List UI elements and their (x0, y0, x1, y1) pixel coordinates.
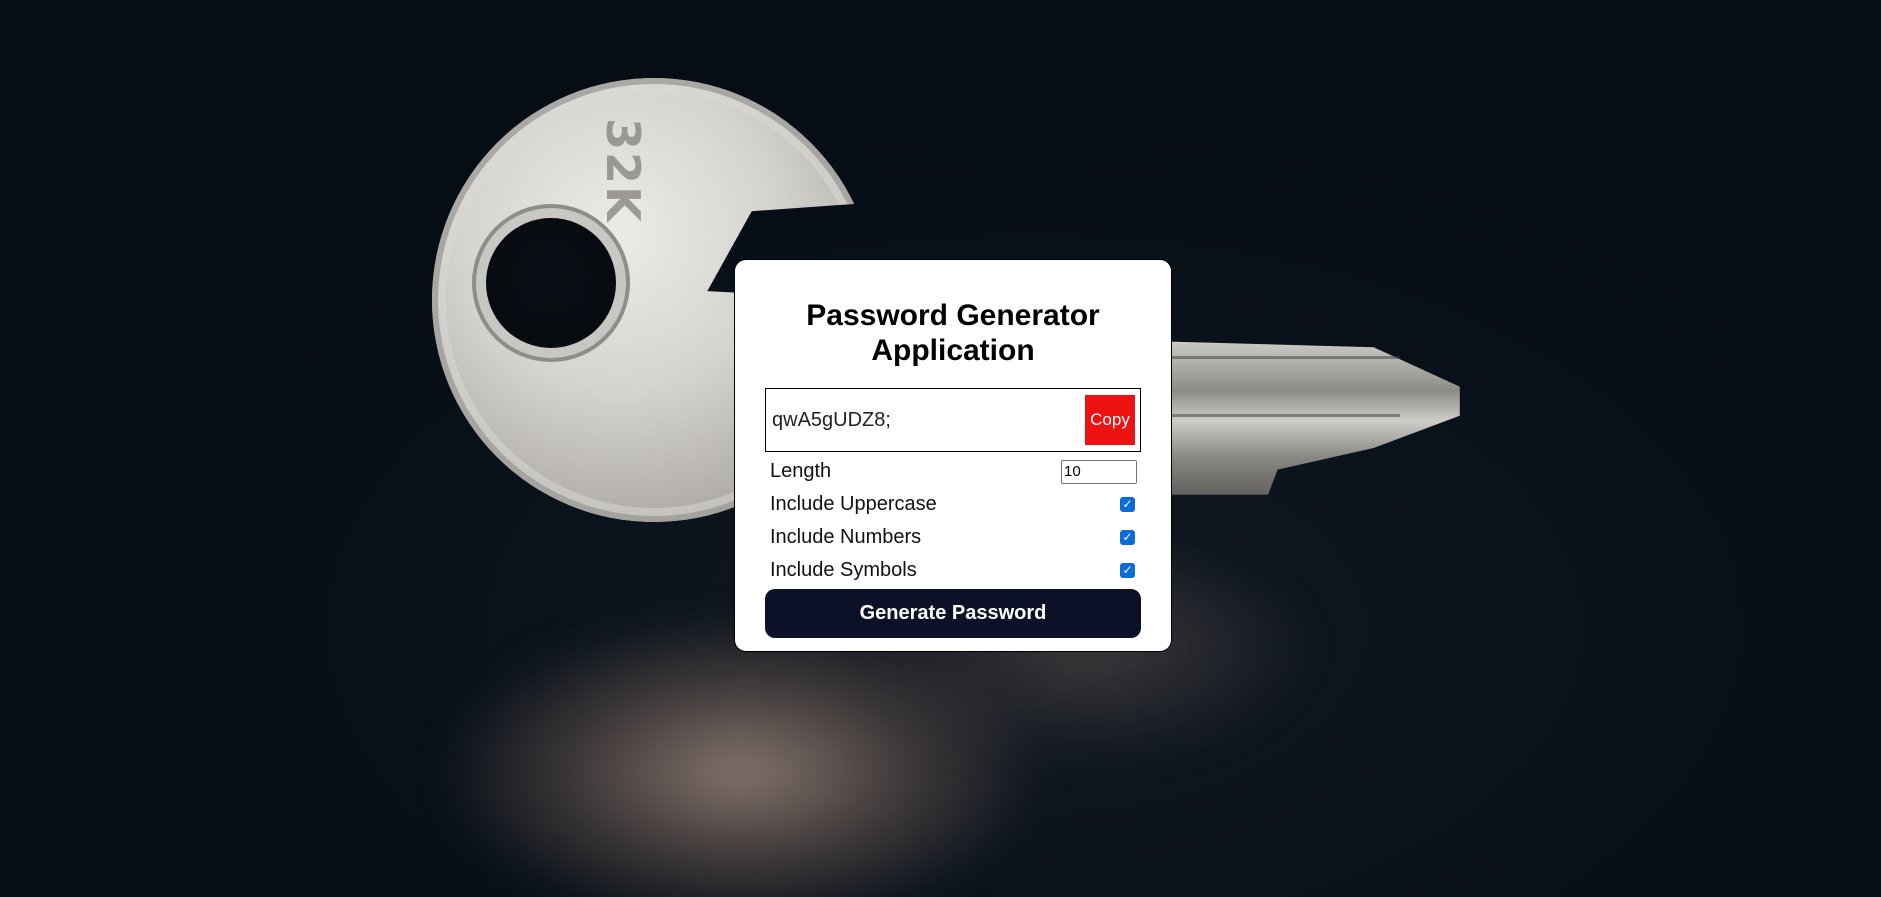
checkmark-icon: ✓ (1122, 530, 1133, 544)
setting-uppercase: Include Uppercase ✓ (765, 488, 1141, 521)
copy-button[interactable]: Copy (1085, 395, 1135, 445)
password-generator-card: Password Generator Application qwA5gUDZ8… (734, 259, 1172, 652)
setting-symbols: Include Symbols ✓ (765, 554, 1141, 587)
generate-password-button[interactable]: Generate Password (765, 589, 1141, 638)
key-marking: 32K (596, 118, 650, 224)
password-result: qwA5gUDZ8; (772, 408, 891, 431)
length-input[interactable] (1061, 459, 1137, 484)
page-title: Password Generator Application (806, 299, 1100, 367)
uppercase-checkbox[interactable]: ✓ (1120, 497, 1135, 512)
symbols-checkbox[interactable]: ✓ (1120, 563, 1135, 578)
settings-list: Length Include Uppercase ✓ Include Numbe… (765, 455, 1141, 587)
password-result-box: qwA5gUDZ8; Copy (765, 388, 1141, 452)
symbols-label: Include Symbols (770, 559, 917, 581)
uppercase-label: Include Uppercase (770, 493, 937, 515)
setting-numbers: Include Numbers ✓ (765, 521, 1141, 554)
length-label: Length (770, 460, 832, 482)
checkmark-icon: ✓ (1122, 497, 1133, 511)
checkmark-icon: ✓ (1122, 563, 1133, 577)
key-hole (486, 218, 616, 348)
numbers-label: Include Numbers (770, 526, 922, 548)
numbers-checkbox[interactable]: ✓ (1120, 530, 1135, 545)
setting-length: Length (765, 455, 1141, 488)
